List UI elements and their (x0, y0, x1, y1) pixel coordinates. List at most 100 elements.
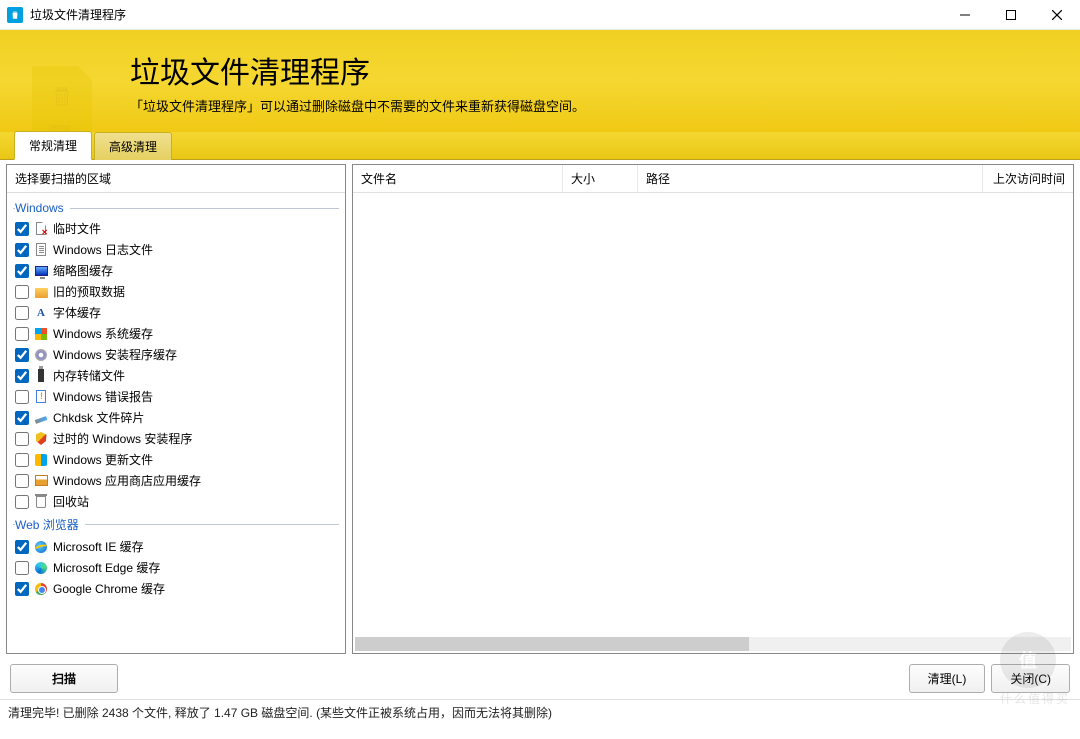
scan-list: Windows临时文件Windows 日志文件缩略图缓存旧的预取数据A字体缓存W… (7, 193, 345, 653)
scan-item-label: 字体缓存 (53, 304, 101, 321)
ie-icon (33, 539, 49, 555)
scan-item-checkbox[interactable] (15, 453, 29, 467)
scan-item-label: Windows 错误报告 (53, 388, 153, 405)
scan-item-label: 缩略图缓存 (53, 262, 113, 279)
scan-item[interactable]: 内存转储文件 (13, 365, 339, 386)
scan-item[interactable]: Windows 系统缓存 (13, 323, 339, 344)
group-title: Windows (15, 201, 70, 215)
scan-item[interactable]: A字体缓存 (13, 302, 339, 323)
scan-item[interactable]: 旧的预取数据 (13, 281, 339, 302)
report-icon (33, 389, 49, 405)
scan-item[interactable]: 回收站 (13, 491, 339, 512)
banner: .temp 垃圾文件清理程序 「垃圾文件清理程序」可以通过删除磁盘中不需要的文件… (0, 30, 1080, 132)
results-table-header: 文件名 大小 路径 上次访问时间 (353, 165, 1073, 193)
scan-item[interactable]: 过时的 Windows 安装程序 (13, 428, 339, 449)
monitor-icon (33, 263, 49, 279)
scrollbar-thumb[interactable] (355, 637, 749, 651)
scan-item-label: Windows 安装程序缓存 (53, 346, 177, 363)
tab-advanced-clean[interactable]: 高级清理 (94, 132, 172, 160)
minimize-button[interactable] (942, 0, 988, 30)
scan-item-checkbox[interactable] (15, 540, 29, 554)
group-header: Windows (13, 197, 339, 218)
scan-item-checkbox[interactable] (15, 306, 29, 320)
scan-item-label: 内存转储文件 (53, 367, 125, 384)
scan-item-label: 临时文件 (53, 220, 101, 237)
scan-item-label: Windows 系统缓存 (53, 325, 153, 342)
app-icon (7, 7, 23, 23)
scan-item-label: Windows 更新文件 (53, 451, 153, 468)
recycle-bin-icon (33, 494, 49, 510)
footer-buttons: 扫描 清理(L) 关闭(C) (0, 658, 1080, 699)
scan-item-label: Windows 应用商店应用缓存 (53, 472, 201, 489)
edge-icon (33, 560, 49, 576)
tab-normal-clean[interactable]: 常规清理 (14, 131, 92, 160)
scan-item-label: Windows 日志文件 (53, 241, 153, 258)
scan-item[interactable]: Windows 应用商店应用缓存 (13, 470, 339, 491)
scan-item-checkbox[interactable] (15, 561, 29, 575)
scan-item-label: Chkdsk 文件碎片 (53, 409, 144, 426)
group-title: Web 浏览器 (15, 518, 85, 532)
usb-icon (33, 368, 49, 384)
scan-button[interactable]: 扫描 (10, 664, 118, 693)
banner-title: 垃圾文件清理程序 (130, 48, 585, 92)
window-title: 垃圾文件清理程序 (30, 6, 942, 23)
scan-item[interactable]: 缩略图缓存 (13, 260, 339, 281)
chrome-icon (33, 581, 49, 597)
maximize-button[interactable] (988, 0, 1034, 30)
col-path[interactable]: 路径 (638, 165, 983, 192)
folder-icon (33, 284, 49, 300)
scan-item[interactable]: Windows 日志文件 (13, 239, 339, 260)
scan-item-checkbox[interactable] (15, 582, 29, 596)
scan-item-checkbox[interactable] (15, 390, 29, 404)
scan-item-checkbox[interactable] (15, 411, 29, 425)
store-icon (33, 473, 49, 489)
results-panel: 文件名 大小 路径 上次访问时间 (352, 164, 1074, 654)
scan-item-label: 过时的 Windows 安装程序 (53, 430, 192, 447)
scan-item-label: Microsoft IE 缓存 (53, 538, 144, 555)
disc-icon (33, 347, 49, 363)
scan-item[interactable]: Chkdsk 文件碎片 (13, 407, 339, 428)
status-bar: 清理完毕! 已删除 2438 个文件, 释放了 1.47 GB 磁盘空间. (某… (0, 699, 1080, 725)
scan-item[interactable]: Microsoft IE 缓存 (13, 536, 339, 557)
winlogo-icon (33, 326, 49, 342)
scan-item-checkbox[interactable] (15, 264, 29, 278)
close-dialog-button[interactable]: 关闭(C) (991, 664, 1070, 693)
scan-item-label: Microsoft Edge 缓存 (53, 559, 160, 576)
scan-item[interactable]: 临时文件 (13, 218, 339, 239)
group-header: Web 浏览器 (13, 512, 339, 536)
banner-subtitle: 「垃圾文件清理程序」可以通过删除磁盘中不需要的文件来重新获得磁盘空间。 (130, 96, 585, 115)
banner-doc-icon: .temp (32, 66, 92, 138)
brush-icon (33, 410, 49, 426)
scan-item[interactable]: Windows 安装程序缓存 (13, 344, 339, 365)
scan-item[interactable]: Google Chrome 缓存 (13, 578, 339, 599)
scan-item-checkbox[interactable] (15, 432, 29, 446)
shield-icon (33, 431, 49, 447)
scan-areas-panel: 选择要扫描的区域 Windows 临时文件 Windows 日志文件缩略图缓存旧的预… (6, 164, 346, 654)
scan-item[interactable]: Windows 更新文件 (13, 449, 339, 470)
scan-item-checkbox[interactable] (15, 348, 29, 362)
close-button[interactable] (1034, 0, 1080, 30)
clean-button[interactable]: 清理(L) (909, 664, 986, 693)
horizontal-scrollbar[interactable] (355, 637, 1071, 651)
scan-item-checkbox[interactable] (15, 327, 29, 341)
scan-item-label: Google Chrome 缓存 (53, 580, 165, 597)
scan-item-label: 旧的预取数据 (53, 283, 125, 300)
scan-item-checkbox[interactable] (15, 222, 29, 236)
scan-item[interactable]: Microsoft Edge 缓存 (13, 557, 339, 578)
col-last-accessed[interactable]: 上次访问时间 (983, 165, 1073, 192)
scan-item-checkbox[interactable] (15, 369, 29, 383)
scan-item-checkbox[interactable] (15, 474, 29, 488)
tab-bar: 常规清理 高级清理 (0, 132, 1080, 160)
temp-file-icon (33, 221, 49, 237)
scan-areas-header: 选择要扫描的区域 (7, 165, 345, 193)
log-file-icon (33, 242, 49, 258)
col-size[interactable]: 大小 (563, 165, 638, 192)
col-filename[interactable]: 文件名 (353, 165, 563, 192)
font-icon: A (33, 305, 49, 321)
scan-item-checkbox[interactable] (15, 285, 29, 299)
update-icon (33, 452, 49, 468)
scan-item-checkbox[interactable] (15, 495, 29, 509)
scan-item[interactable]: Windows 错误报告 (13, 386, 339, 407)
title-bar: 垃圾文件清理程序 (0, 0, 1080, 30)
scan-item-checkbox[interactable] (15, 243, 29, 257)
